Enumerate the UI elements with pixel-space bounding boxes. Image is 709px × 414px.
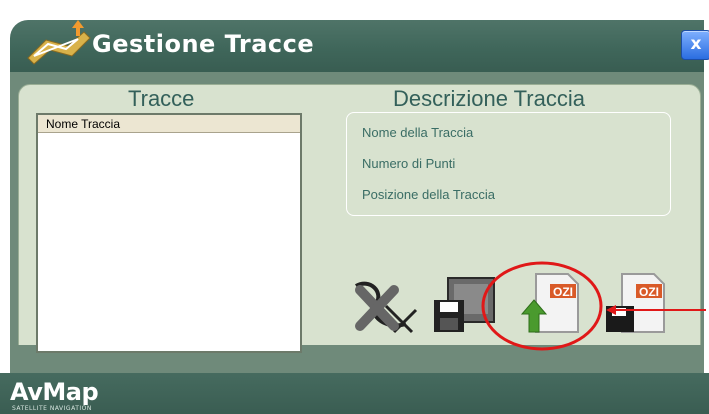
tracks-list[interactable]: Nome Traccia [36,113,302,353]
track-map-icon [27,20,91,65]
track-position-field: Posizione della Traccia [362,187,495,202]
avmap-logo-tagline: SATELLITE NAVIGATION [12,405,92,412]
delete-track-icon[interactable] [350,276,420,336]
title-bar: Gestione Tracce x [10,20,709,74]
tracks-heading: Tracce [128,86,195,111]
red-highlight-annotation [481,261,706,351]
footer-bar [0,373,709,414]
track-manager-window: Gestione Tracce x Tracce Nome Traccia De… [0,0,709,414]
column-header-track-name[interactable]: Nome Traccia [38,115,300,133]
window-title: Gestione Tracce [92,30,315,58]
avmap-logo: AvMap [10,378,99,406]
point-count-field: Numero di Punti [362,156,456,171]
track-name-field: Nome della Traccia [362,125,474,140]
description-heading: Descrizione Traccia [393,86,585,111]
close-button[interactable]: x [681,30,709,60]
